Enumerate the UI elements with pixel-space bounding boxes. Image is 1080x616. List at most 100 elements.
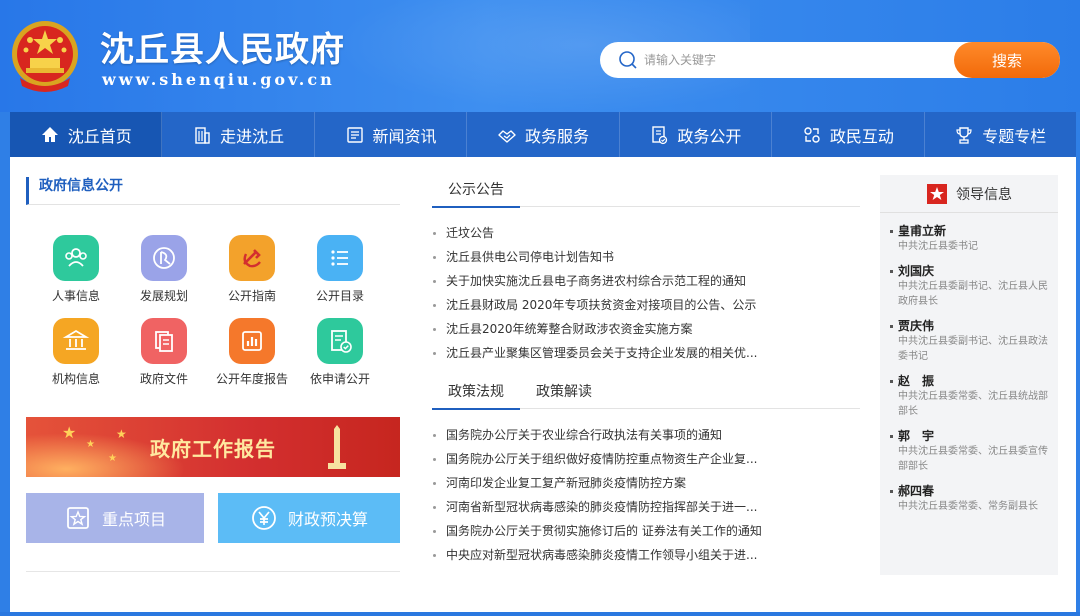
list-item[interactable]: 国务院办公厅关于组织做好疫情防控重点物资生产企业复...: [432, 447, 860, 471]
search-button[interactable]: 搜索: [954, 42, 1060, 78]
main-content: 政府信息公开 人事信息 发展规划 公开指南 公开目录 机构信息 政府文件 公开年…: [10, 157, 1076, 612]
leader-item[interactable]: 皇甫立新 中共沈丘县委书记: [890, 223, 1050, 254]
grid-label: 机构信息: [51, 372, 100, 386]
grid-label: 发展规划: [139, 289, 188, 303]
red-star-icon: [927, 183, 947, 204]
nav-item-services[interactable]: 政务服务: [467, 112, 620, 157]
leader-title: 中共沈丘县委常委、常务副县长: [898, 501, 1038, 512]
leader-name: 郝四春: [890, 483, 1050, 499]
leader-name: 刘国庆: [890, 263, 1050, 279]
list-item[interactable]: 中央应对新型冠状病毒感染肺炎疫情工作领导小组关于进...: [432, 543, 860, 567]
leader-title: 中共沈丘县委常委、沈丘县委宣传部部长: [898, 446, 1048, 472]
list-item[interactable]: 沈丘县2020年统筹整合财政涉农资金实施方案: [432, 317, 860, 341]
list-icon: [317, 235, 363, 281]
news-section: 公示公告 迁坟公告 沈丘县供电公司停电计划告知书 关于加快实施沈丘县电子商务进农…: [432, 177, 860, 567]
nav-item-disclosure[interactable]: 政务公开: [620, 112, 773, 157]
grid-label: 依申请公开: [309, 372, 370, 386]
interaction-icon: [804, 126, 820, 143]
nav-item-label: 政民互动: [829, 126, 894, 146]
notice-tabs: 公示公告: [432, 177, 860, 208]
nav-item-topics[interactable]: 专题专栏: [925, 112, 1076, 157]
finance-budget-button[interactable]: 财政预决算: [218, 493, 400, 543]
leader-item[interactable]: 郝四春 中共沈丘县委常委、常务副县长: [890, 483, 1050, 514]
list-item[interactable]: 沈丘县财政局 2020年专项扶贫资金对接项目的公告、公示: [432, 293, 860, 317]
grid-item-institutions[interactable]: 机构信息: [32, 318, 120, 387]
nav-item-interaction[interactable]: 政民互动: [772, 112, 925, 157]
gov-info-section: 政府信息公开 人事信息 发展规划 公开指南 公开目录 机构信息 政府文件 公开年…: [26, 177, 400, 572]
nav-item-label: 沈丘首页: [67, 126, 132, 146]
nav-item-about[interactable]: 走进沈丘: [162, 112, 315, 157]
policy-block: 政策法规 政策解读 国务院办公厅关于农业综合行政执法有关事项的通知 国务院办公厅…: [432, 379, 860, 567]
leader-name: 皇甫立新: [890, 223, 1050, 239]
handshake-icon: [498, 129, 516, 143]
list-item[interactable]: 沈丘县供电公司停电计划告知书: [432, 245, 860, 269]
grid-item-catalog[interactable]: 公开目录: [296, 235, 384, 304]
list-item[interactable]: 国务院办公厅关于贯彻实施修订后的 证券法有关工作的通知: [432, 519, 860, 543]
document-check-icon: [652, 125, 668, 144]
leader-title: 中共沈丘县委副书记、沈丘县人民政府县长: [898, 281, 1048, 307]
leader-item[interactable]: 贾庆伟 中共沈丘县委副书记、沈丘县政法委书记: [890, 318, 1050, 364]
key-projects-label: 重点项目: [101, 510, 166, 529]
search-icon: [619, 51, 637, 69]
people-icon: [53, 235, 99, 281]
search-input[interactable]: [644, 50, 944, 70]
list-item[interactable]: 河南印发企业复工复产新冠肺炎疫情防控方案: [432, 471, 860, 495]
policy-list: 国务院办公厅关于农业综合行政执法有关事项的通知 国务院办公厅关于组织做好疫情防控…: [432, 423, 860, 567]
grid-item-documents[interactable]: 政府文件: [120, 318, 208, 387]
divider: [26, 571, 400, 572]
leader-list: 皇甫立新 中共沈丘县委书记 刘国庆 中共沈丘县委副书记、沈丘县人民政府县长 贾庆…: [880, 213, 1058, 514]
key-projects-button[interactable]: 重点项目: [26, 493, 204, 543]
leader-item[interactable]: 郭 宇 中共沈丘县委常委、沈丘县委宣传部部长: [890, 428, 1050, 474]
tab-policy-regulations[interactable]: 政策法规: [432, 379, 520, 410]
grid-item-planning[interactable]: 发展规划: [120, 235, 208, 304]
list-item[interactable]: 河南省新型冠状病毒感染的肺炎疫情防控指挥部关于进一...: [432, 495, 860, 519]
grid-item-application[interactable]: 依申请公开: [296, 318, 384, 387]
yuan-icon: [252, 506, 276, 530]
application-icon: [317, 318, 363, 364]
grid-item-guide[interactable]: 公开指南: [208, 235, 296, 304]
trophy-icon: [956, 126, 972, 144]
list-item[interactable]: 国务院办公厅关于农业综合行政执法有关事项的通知: [432, 423, 860, 447]
nav-item-label: 政务服务: [524, 126, 589, 146]
tab-policy-interpretation[interactable]: 政策解读: [520, 379, 608, 408]
list-item[interactable]: 沈丘县产业聚集区管理委员会关于支持企业发展的相关优...: [432, 341, 860, 365]
building-icon: [195, 126, 210, 144]
national-emblem-icon[interactable]: [10, 18, 80, 94]
leader-item[interactable]: 赵 振 中共沈丘县委常委、沈丘县统战部部长: [890, 373, 1050, 419]
policy-tabs: 政策法规 政策解读: [432, 379, 860, 410]
party-emblem-icon: [229, 235, 275, 281]
site-header: 沈丘县人民政府 www.shenqiu.gov.cn 搜索: [0, 0, 1080, 112]
leaders-header: 领导信息: [880, 175, 1058, 213]
search-box: 搜索: [600, 42, 1060, 78]
quick-links: 重点项目 财政预决算: [26, 493, 400, 543]
site-domain: www.shenqiu.gov.cn: [102, 70, 335, 89]
chart-report-icon: [229, 318, 275, 364]
nav-item-label: 走进沈丘: [220, 126, 285, 146]
monument-icon: [328, 425, 346, 469]
leaders-title: 领导信息: [956, 186, 1012, 203]
grid-label: 政府文件: [139, 372, 188, 386]
tab-notices[interactable]: 公示公告: [432, 177, 520, 208]
files-icon: [141, 318, 187, 364]
leader-name: 郭 宇: [890, 428, 1050, 444]
grid-label: 人事信息: [51, 289, 100, 303]
grid-item-annual-report[interactable]: 公开年度报告: [208, 318, 296, 387]
list-item[interactable]: 关于加快实施沈丘县电子商务进农村综合示范工程的通知: [432, 269, 860, 293]
leader-name: 贾庆伟: [890, 318, 1050, 334]
site-title[interactable]: 沈丘县人民政府: [100, 30, 345, 70]
nav-item-home[interactable]: 沈丘首页: [10, 112, 163, 157]
leader-title: 中共沈丘县委副书记、沈丘县政法委书记: [898, 336, 1048, 362]
work-report-banner[interactable]: ★ ★ ★ ★ 政府工作报告: [26, 417, 400, 477]
nav-item-label: 新闻资讯: [372, 126, 437, 146]
notice-list: 迁坟公告 沈丘县供电公司停电计划告知书 关于加快实施沈丘县电子商务进农村综合示范…: [432, 221, 860, 365]
star-document-icon: [67, 507, 89, 529]
leader-title: 中共沈丘县委常委、沈丘县统战部部长: [898, 391, 1048, 417]
leader-item[interactable]: 刘国庆 中共沈丘县委副书记、沈丘县人民政府县长: [890, 263, 1050, 309]
grid-item-personnel[interactable]: 人事信息: [32, 235, 120, 304]
grid-label: 公开指南: [227, 289, 276, 303]
section-title: 政府信息公开: [26, 177, 400, 205]
nav-item-news[interactable]: 新闻资讯: [315, 112, 468, 157]
footer-strip: [0, 612, 1080, 616]
list-item[interactable]: 迁坟公告: [432, 221, 860, 245]
leader-name: 赵 振: [890, 373, 1050, 389]
